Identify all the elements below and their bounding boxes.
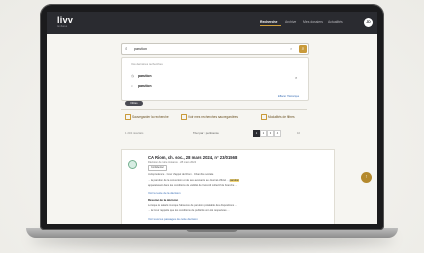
- view-decision-link[interactable]: Voir le texte de la décision: [148, 191, 181, 195]
- per-page-select[interactable]: 10: [297, 131, 300, 135]
- app-logo-subtitle: lexbase: [57, 25, 68, 28]
- page-button[interactable]: 1: [253, 130, 260, 137]
- summary-heading: Résumé de la décision: [148, 198, 179, 202]
- suggestion-item-label: parution: [138, 84, 152, 88]
- page-button[interactable]: 3: [267, 130, 274, 137]
- filter-icon: [261, 114, 267, 120]
- nav-item-recherche[interactable]: Recherche: [260, 20, 277, 24]
- scroll-top-button[interactable]: ↑: [361, 172, 372, 183]
- results-count: 1 234 résultats: [125, 131, 144, 135]
- nav-item-archive[interactable]: Archive: [285, 20, 296, 24]
- history-item-label: parution: [138, 74, 152, 78]
- page-button[interactable]: 4: [274, 130, 281, 137]
- app-logo[interactable]: livv: [57, 16, 73, 25]
- search-history-dropdown: Vos dernières recherches ◷ parution × ⌕ pa…: [121, 57, 309, 101]
- search-button[interactable]: ⌕: [299, 44, 307, 53]
- saved-searches-button[interactable]: Voir mes recherches sauvegardées: [181, 114, 238, 120]
- nav-item-actualites[interactable]: Actualités: [328, 20, 343, 24]
- list-icon: [181, 114, 187, 120]
- save-search-button[interactable]: Sauvegarder la recherche: [125, 114, 169, 120]
- divider: [121, 109, 307, 110]
- page-button[interactable]: 2: [260, 130, 267, 137]
- suggestion-item[interactable]: ⌕ parution: [131, 84, 152, 88]
- top-navbar: livv lexbase Recherche Archive Mes dossi…: [47, 12, 377, 34]
- search-icon: ⌕: [131, 84, 133, 88]
- result-subtitle: Décision de 1ère instance · 28 mars 2024: [148, 160, 197, 164]
- nav-item-dossiers[interactable]: Mes dossiers: [303, 20, 323, 24]
- search-input[interactable]: parution: [134, 47, 147, 51]
- result-source: Jurisprudence · Cour d'appel de Riom · C…: [148, 173, 214, 176]
- clear-icon[interactable]: ×: [290, 46, 292, 51]
- history-icon: ◷: [131, 74, 134, 78]
- excerpt-highlight: parution: [229, 179, 239, 182]
- status-badge: Confidentiel: [148, 165, 167, 171]
- filters-pill[interactable]: Filtres: [125, 101, 143, 106]
- sort-select[interactable]: Trier par : pertinence: [193, 131, 219, 135]
- bookmark-icon: [125, 114, 131, 120]
- remove-history-icon[interactable]: ×: [295, 75, 297, 80]
- excerpt-text: ... la parution de la convention et de s…: [148, 179, 229, 182]
- search-bar[interactable]: ⌕ parution × ⌕: [121, 43, 309, 55]
- result-excerpt: ... la parution de la convention et de s…: [148, 179, 239, 182]
- search-button-icon: ⌕: [301, 45, 305, 51]
- dropdown-title: Vos dernières recherches: [131, 62, 163, 66]
- summary-line: ... la Cour rappelle que les conditions …: [148, 209, 230, 212]
- filter-modes-label: Modalités de filtres: [268, 114, 295, 119]
- summary-line: Lorsque le salarié invoque l'absence de …: [148, 204, 238, 207]
- nav-active-indicator: [260, 25, 281, 26]
- arrow-up-icon: ↑: [365, 174, 368, 180]
- clear-history-link[interactable]: Effacer l'historique: [278, 95, 299, 98]
- view-passages-link[interactable]: Voir tous les passages de cette décision: [148, 217, 198, 221]
- filter-modes-button[interactable]: Modalités de filtres: [261, 114, 295, 120]
- result-card[interactable]: CA Riom, ch. soc., 28 mars 2024, n° 23/0…: [121, 149, 335, 224]
- result-excerpt-2: apparaissant dans les conditions de vali…: [148, 184, 238, 187]
- save-search-label: Sauvegarder la recherche: [132, 114, 169, 119]
- court-icon: [128, 160, 137, 169]
- screen: livv lexbase Recherche Archive Mes dossi…: [47, 12, 377, 224]
- saved-searches-label: Voir mes recherches sauvegardées: [188, 114, 238, 119]
- history-item[interactable]: ◷ parution: [131, 74, 152, 78]
- search-icon: ⌕: [125, 46, 128, 51]
- avatar[interactable]: JD: [364, 18, 373, 27]
- result-title[interactable]: CA Riom, ch. soc., 28 mars 2024, n° 23/0…: [148, 155, 237, 160]
- avatar-initials: JD: [366, 19, 371, 24]
